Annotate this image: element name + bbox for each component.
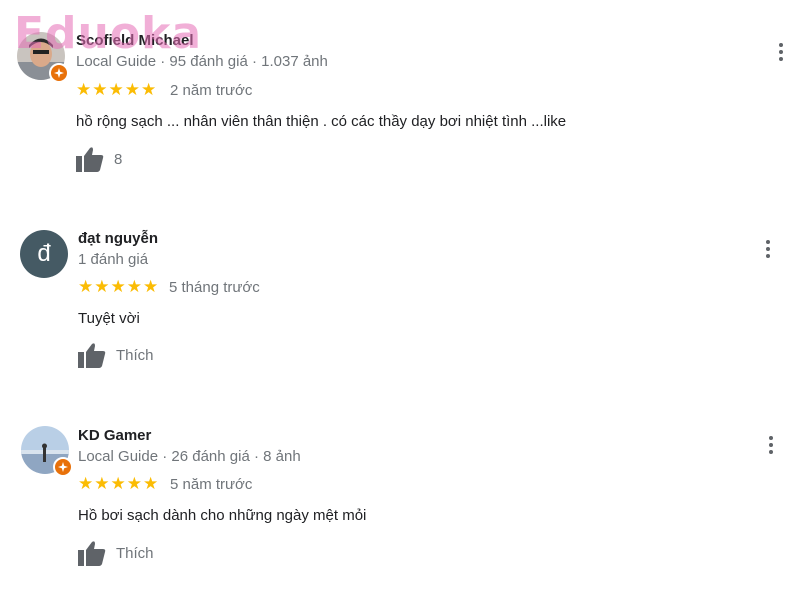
- avatar[interactable]: [21, 426, 73, 477]
- star-rating: ★★★★★: [76, 80, 158, 99]
- like-count: 8: [114, 150, 123, 168]
- more-options-button[interactable]: [756, 237, 780, 261]
- avatar[interactable]: [17, 32, 69, 83]
- more-options-button[interactable]: [759, 433, 783, 457]
- like-button[interactable]: Thích: [78, 540, 154, 566]
- dot: [766, 247, 770, 251]
- local-guide-badge-icon: [53, 457, 73, 477]
- like-button[interactable]: Thích: [78, 342, 154, 368]
- like-label: Thích: [116, 544, 154, 562]
- reviewer-name[interactable]: đạt nguyễn: [78, 230, 158, 247]
- review-text: Tuyệt vời: [78, 310, 140, 327]
- review-text: Hồ bơi sạch dành cho những ngày mệt mỏi: [78, 507, 367, 524]
- reviewer-name[interactable]: Scofield Michael: [76, 32, 194, 49]
- review-text: hồ rộng sạch ... nhân viên thân thiện . …: [76, 113, 567, 130]
- reviewer-name[interactable]: KD Gamer: [78, 427, 151, 444]
- local-guide-badge-icon: [49, 63, 69, 83]
- like-button[interactable]: 8: [76, 146, 122, 172]
- dot: [779, 43, 783, 47]
- reviewer-meta: Local Guide · 95 đánh giá · 1.037 ảnh: [76, 53, 328, 70]
- thumbs-up-icon: [76, 147, 104, 172]
- more-options-button[interactable]: [769, 40, 793, 64]
- thumbs-up-icon: [78, 541, 106, 566]
- review-time: 5 tháng trước: [169, 279, 260, 296]
- dot: [769, 450, 773, 454]
- dot: [766, 254, 770, 258]
- dot: [769, 436, 773, 440]
- review-time: 5 năm trước: [170, 476, 253, 493]
- avatar[interactable]: đ: [20, 230, 68, 278]
- review-time: 2 năm trước: [170, 82, 253, 99]
- avatar-letter: đ: [20, 230, 68, 278]
- dot: [766, 240, 770, 244]
- like-label: Thích: [116, 346, 154, 364]
- star-rating: ★★★★★: [78, 474, 160, 493]
- dot: [779, 57, 783, 61]
- dot: [769, 443, 773, 447]
- reviewer-meta: Local Guide · 26 đánh giá · 8 ảnh: [78, 448, 301, 465]
- star-rating: ★★★★★: [78, 277, 160, 296]
- thumbs-up-icon: [78, 343, 106, 368]
- reviewer-meta: 1 đánh giá: [78, 251, 149, 268]
- dot: [779, 50, 783, 54]
